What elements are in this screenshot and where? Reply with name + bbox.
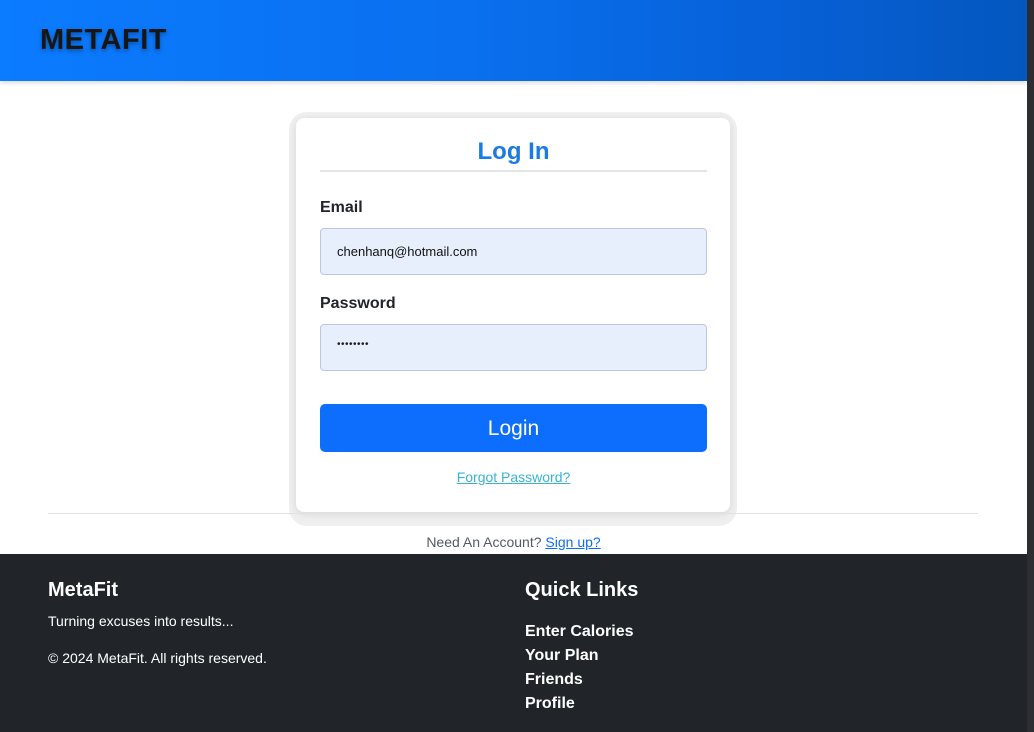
quick-link-profile[interactable]: Profile <box>525 692 633 716</box>
login-card: Log In Email chenhanq@hotmail.com Passwo… <box>296 118 730 512</box>
signup-prompt: Need An Account? <box>426 534 542 550</box>
quick-links-list: Enter Calories Your Plan Friends Profile <box>525 620 633 716</box>
site-footer: MetaFit Turning excuses into results... … <box>0 554 1027 732</box>
email-label: Email <box>320 199 363 216</box>
top-navbar: METAFIT <box>0 0 1027 81</box>
signup-prompt-row: Need An Account? Sign up? <box>0 534 1027 550</box>
forgot-password-link[interactable]: Forgot Password? <box>320 469 707 485</box>
footer-brand: MetaFit <box>48 579 118 601</box>
login-button[interactable]: Login <box>320 404 707 452</box>
login-title: Log In <box>477 138 550 165</box>
footer-tagline: Turning excuses into results... <box>48 613 234 629</box>
quick-link-friends[interactable]: Friends <box>525 668 633 692</box>
brand-logo[interactable]: METAFIT <box>40 24 167 57</box>
quick-link-enter-calories[interactable]: Enter Calories <box>525 620 633 644</box>
signup-link[interactable]: Sign up? <box>545 534 600 550</box>
title-divider <box>320 170 707 172</box>
quick-link-your-plan[interactable]: Your Plan <box>525 644 633 668</box>
password-value: •••••••• <box>337 339 370 350</box>
email-field[interactable]: chenhanq@hotmail.com <box>320 228 707 275</box>
email-value: chenhanq@hotmail.com <box>337 244 478 259</box>
page-divider <box>48 513 978 514</box>
password-label: Password <box>320 295 396 312</box>
footer-copyright: © 2024 MetaFit. All rights reserved. <box>48 650 267 666</box>
window-edge <box>1027 0 1034 732</box>
quick-links-title: Quick Links <box>525 579 639 601</box>
password-field[interactable]: •••••••• <box>320 324 707 371</box>
